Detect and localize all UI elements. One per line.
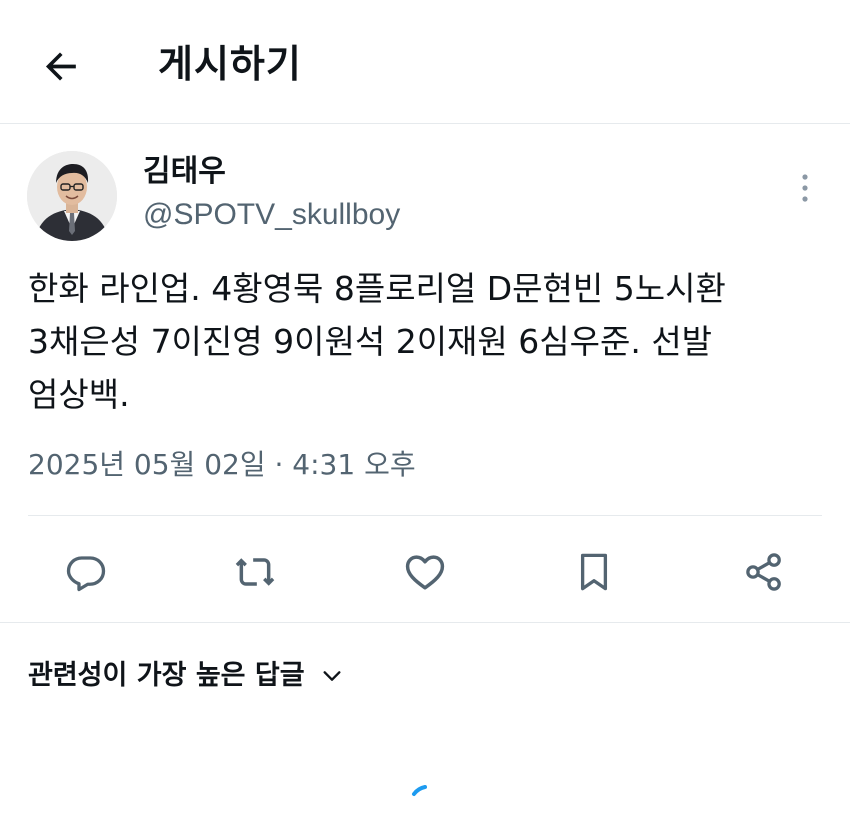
more-vertical-icon	[802, 174, 808, 202]
more-options-button[interactable]	[788, 168, 822, 208]
divider	[28, 515, 822, 516]
back-button[interactable]	[36, 40, 88, 92]
divider	[0, 622, 850, 623]
reply-icon	[66, 556, 106, 592]
like-icon	[405, 555, 445, 590]
avatar[interactable]	[27, 151, 117, 241]
top-bar: 게시하기	[0, 0, 850, 124]
chevron-down-icon	[321, 665, 343, 687]
bookmark-button[interactable]	[568, 546, 620, 598]
loading-spinner-icon	[412, 785, 427, 796]
reply-button[interactable]	[60, 546, 112, 598]
reply-sort-label: 관련성이 가장 높은 답글	[28, 660, 305, 691]
repost-icon	[235, 558, 275, 586]
avatar-photo	[27, 151, 117, 241]
author-name[interactable]: 김태우	[143, 152, 226, 192]
post-timestamp[interactable]: 2025년 05월 02일 · 4:31 오후	[28, 445, 416, 485]
action-bar	[0, 540, 850, 602]
repost-button[interactable]	[229, 546, 281, 598]
share-button[interactable]	[738, 546, 790, 598]
author-handle[interactable]: @SPOTV_skullboy	[143, 195, 400, 235]
arrow-left-icon	[45, 52, 76, 81]
reply-sort-dropdown[interactable]: 관련성이 가장 높은 답글	[28, 655, 343, 697]
post-text: 한화 라인업. 4황영묵 8플로리얼 D문현빈 5노시환 3채은성 7이진영 9…	[28, 269, 726, 414]
share-icon	[746, 553, 781, 591]
like-button[interactable]	[399, 546, 451, 598]
page-title: 게시하기	[158, 42, 302, 86]
bookmark-icon	[580, 553, 608, 591]
